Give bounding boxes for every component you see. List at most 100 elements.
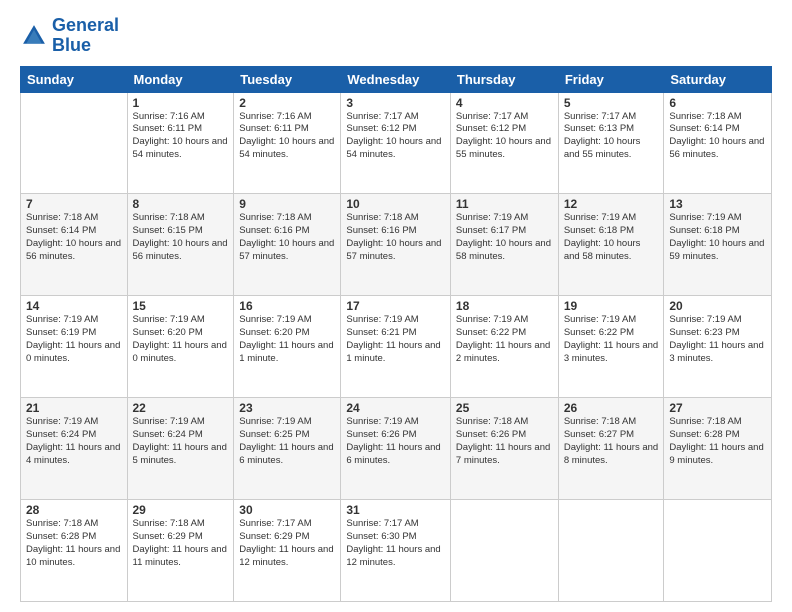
day-number: 10	[346, 197, 445, 211]
day-info: Sunrise: 7:19 AMSunset: 6:23 PMDaylight:…	[669, 314, 766, 365]
calendar-day-cell: 7Sunrise: 7:18 AMSunset: 6:14 PMDaylight…	[21, 194, 128, 296]
day-number: 23	[239, 401, 335, 415]
calendar-week-row: 28Sunrise: 7:18 AMSunset: 6:28 PMDayligh…	[21, 500, 772, 602]
calendar-day-cell: 9Sunrise: 7:18 AMSunset: 6:16 PMDaylight…	[234, 194, 341, 296]
day-number: 21	[26, 401, 122, 415]
calendar-week-row: 21 Sunrise: 7:19 AMSunset: 6:24 PMDayligh…	[21, 398, 772, 500]
day-number: 20	[669, 299, 766, 313]
day-number: 12	[564, 197, 659, 211]
calendar-day-cell: 15Sunrise: 7:19 AMSunset: 6:20 PMDayligh…	[127, 296, 234, 398]
calendar-week-row: 7Sunrise: 7:18 AMSunset: 6:14 PMDaylight…	[21, 194, 772, 296]
day-info: Sunrise: 7:18 AMSunset: 6:14 PMDaylight:…	[669, 111, 766, 162]
logo-icon	[20, 22, 48, 50]
day-number: 24	[346, 401, 445, 415]
calendar-day-cell: 14Sunrise: 7:19 AMSunset: 6:19 PMDayligh…	[21, 296, 128, 398]
page: General Blue SundayMondayTuesdayWednesda…	[0, 0, 792, 612]
day-number: 26	[564, 401, 659, 415]
calendar-day-cell: 11Sunrise: 7:19 AMSunset: 6:17 PMDayligh…	[450, 194, 558, 296]
calendar-day-cell: 13Sunrise: 7:19 AMSunset: 6:18 PMDayligh…	[664, 194, 772, 296]
day-number: 7	[26, 197, 122, 211]
day-info: Sunrise: 7:17 AMSunset: 6:12 PMDaylight:…	[456, 111, 553, 162]
day-info: Sunrise: 7:19 AMSunset: 6:21 PMDaylight:…	[346, 314, 445, 365]
day-info: Sunrise: 7:19 AMSunset: 6:25 PMDaylight:…	[239, 416, 335, 467]
day-info: Sunrise: 7:17 AMSunset: 6:12 PMDaylight:…	[346, 111, 445, 162]
day-info: Sunrise: 7:18 AMSunset: 6:27 PMDaylight:…	[564, 416, 659, 467]
day-info: Sunrise: 7:19 AMSunset: 6:18 PMDaylight:…	[669, 212, 766, 263]
calendar-week-row: 14Sunrise: 7:19 AMSunset: 6:19 PMDayligh…	[21, 296, 772, 398]
weekday-header-cell: Tuesday	[234, 66, 341, 92]
day-info: Sunrise: 7:17 AMSunset: 6:30 PMDaylight:…	[346, 518, 445, 569]
calendar-day-cell: 29Sunrise: 7:18 AMSunset: 6:29 PMDayligh…	[127, 500, 234, 602]
weekday-header-cell: Friday	[558, 66, 664, 92]
day-info: Sunrise: 7:19 AMSunset: 6:26 PMDaylight:…	[346, 416, 445, 467]
calendar-day-cell: 25Sunrise: 7:18 AMSunset: 6:26 PMDayligh…	[450, 398, 558, 500]
calendar-day-cell: 1Sunrise: 7:16 AMSunset: 6:11 PMDaylight…	[127, 92, 234, 194]
calendar-day-cell: 23Sunrise: 7:19 AMSunset: 6:25 PMDayligh…	[234, 398, 341, 500]
calendar-day-cell: 27Sunrise: 7:18 AMSunset: 6:28 PMDayligh…	[664, 398, 772, 500]
logo: General Blue	[20, 16, 119, 56]
day-info: Sunrise: 7:18 AMSunset: 6:15 PMDaylight:…	[133, 212, 229, 263]
day-info: Sunrise: 7:19 AMSunset: 6:18 PMDaylight:…	[564, 212, 659, 263]
day-info: Sunrise: 7:18 AMSunset: 6:14 PMDaylight:…	[26, 212, 122, 263]
day-number: 18	[456, 299, 553, 313]
calendar-week-row: 1Sunrise: 7:16 AMSunset: 6:11 PMDaylight…	[21, 92, 772, 194]
calendar-day-cell: 18Sunrise: 7:19 AMSunset: 6:22 PMDayligh…	[450, 296, 558, 398]
calendar-day-cell: 6Sunrise: 7:18 AMSunset: 6:14 PMDaylight…	[664, 92, 772, 194]
day-number: 3	[346, 96, 445, 110]
day-info: Sunrise: 7:19 AMSunset: 6:24 PMDaylight:…	[133, 416, 229, 467]
day-info: Sunrise: 7:17 AMSunset: 6:13 PMDaylight:…	[564, 111, 659, 162]
weekday-header-cell: Thursday	[450, 66, 558, 92]
day-number: 17	[346, 299, 445, 313]
day-info: Sunrise: 7:16 AMSunset: 6:11 PMDaylight:…	[133, 111, 229, 162]
calendar-day-cell: 17Sunrise: 7:19 AMSunset: 6:21 PMDayligh…	[341, 296, 451, 398]
day-number: 29	[133, 503, 229, 517]
day-info: Sunrise: 7:19 AMSunset: 6:19 PMDaylight:…	[26, 314, 122, 365]
day-info: Sunrise: 7:19 AMSunset: 6:20 PMDaylight:…	[133, 314, 229, 365]
day-info: Sunrise: 7:19 AMSunset: 6:22 PMDaylight:…	[564, 314, 659, 365]
day-info: Sunrise: 7:19 AMSunset: 6:20 PMDaylight:…	[239, 314, 335, 365]
day-number: 9	[239, 197, 335, 211]
day-number: 1	[133, 96, 229, 110]
day-number: 30	[239, 503, 335, 517]
day-info: Sunrise: 7:16 AMSunset: 6:11 PMDaylight:…	[239, 111, 335, 162]
day-number: 16	[239, 299, 335, 313]
calendar-day-cell: 20Sunrise: 7:19 AMSunset: 6:23 PMDayligh…	[664, 296, 772, 398]
calendar-day-cell: 26Sunrise: 7:18 AMSunset: 6:27 PMDayligh…	[558, 398, 664, 500]
day-number: 4	[456, 96, 553, 110]
day-info: Sunrise: 7:18 AMSunset: 6:29 PMDaylight:…	[133, 518, 229, 569]
calendar-day-cell: 22Sunrise: 7:19 AMSunset: 6:24 PMDayligh…	[127, 398, 234, 500]
day-number: 13	[669, 197, 766, 211]
calendar-day-cell: 24Sunrise: 7:19 AMSunset: 6:26 PMDayligh…	[341, 398, 451, 500]
calendar-day-cell: 16Sunrise: 7:19 AMSunset: 6:20 PMDayligh…	[234, 296, 341, 398]
day-info: Sunrise: 7:18 AMSunset: 6:16 PMDaylight:…	[239, 212, 335, 263]
calendar-day-cell	[450, 500, 558, 602]
day-number: 15	[133, 299, 229, 313]
day-info: Sunrise: 7:19 AMSunset: 6:17 PMDaylight:…	[456, 212, 553, 263]
calendar-table: SundayMondayTuesdayWednesdayThursdayFrid…	[20, 66, 772, 602]
day-info: Sunrise: 7:17 AMSunset: 6:29 PMDaylight:…	[239, 518, 335, 569]
calendar-day-cell: 12Sunrise: 7:19 AMSunset: 6:18 PMDayligh…	[558, 194, 664, 296]
calendar-day-cell: 2Sunrise: 7:16 AMSunset: 6:11 PMDaylight…	[234, 92, 341, 194]
day-info: Sunrise: 7:18 AMSunset: 6:28 PMDaylight:…	[26, 518, 122, 569]
calendar-day-cell: 31Sunrise: 7:17 AMSunset: 6:30 PMDayligh…	[341, 500, 451, 602]
day-number: 28	[26, 503, 122, 517]
day-info: Sunrise: 7:19 AMSunset: 6:22 PMDaylight:…	[456, 314, 553, 365]
calendar-day-cell: 3Sunrise: 7:17 AMSunset: 6:12 PMDaylight…	[341, 92, 451, 194]
calendar-day-cell: 4Sunrise: 7:17 AMSunset: 6:12 PMDaylight…	[450, 92, 558, 194]
logo-text: General Blue	[52, 16, 119, 56]
calendar-day-cell	[664, 500, 772, 602]
day-number: 31	[346, 503, 445, 517]
day-number: 27	[669, 401, 766, 415]
day-number: 2	[239, 96, 335, 110]
calendar-day-cell: 19Sunrise: 7:19 AMSunset: 6:22 PMDayligh…	[558, 296, 664, 398]
day-number: 8	[133, 197, 229, 211]
weekday-header-cell: Sunday	[21, 66, 128, 92]
header: General Blue	[20, 16, 772, 56]
day-number: 14	[26, 299, 122, 313]
weekday-header-cell: Wednesday	[341, 66, 451, 92]
calendar-day-cell	[21, 92, 128, 194]
day-number: 22	[133, 401, 229, 415]
day-info: Sunrise: 7:18 AMSunset: 6:16 PMDaylight:…	[346, 212, 445, 263]
calendar-day-cell	[558, 500, 664, 602]
calendar-day-cell: 5Sunrise: 7:17 AMSunset: 6:13 PMDaylight…	[558, 92, 664, 194]
